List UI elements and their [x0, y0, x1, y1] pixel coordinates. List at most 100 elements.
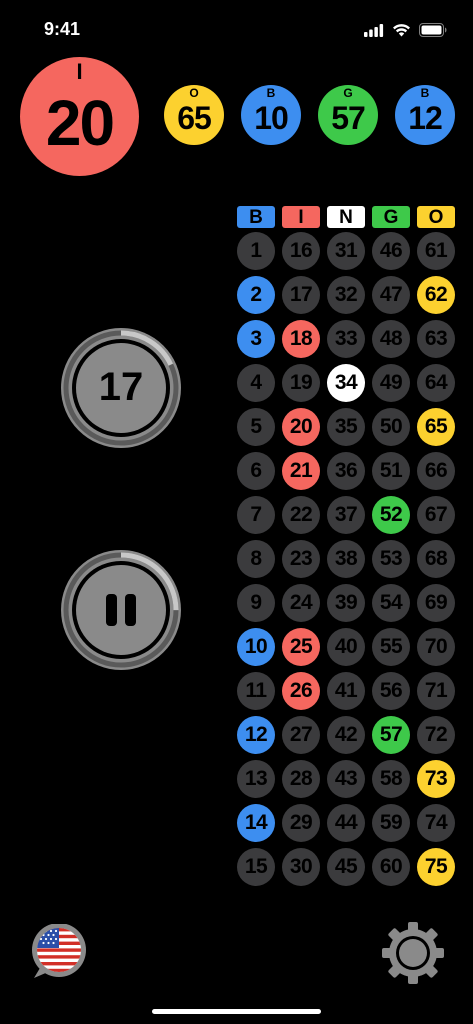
board-number: 72 [417, 716, 455, 754]
board-number: 61 [417, 232, 455, 270]
board-number-called: 18 [282, 320, 320, 358]
board-number: 32 [327, 276, 365, 314]
current-ball-number: 20 [45, 86, 115, 159]
recent-ball-number: 10 [254, 99, 289, 136]
board-number: 22 [282, 496, 320, 534]
board-number: 42 [327, 716, 365, 754]
board-number: 28 [282, 760, 320, 798]
board-number: 6 [237, 452, 275, 490]
board-number-called: 26 [282, 672, 320, 710]
board-number: 16 [282, 232, 320, 270]
board-number-called: 57 [372, 716, 410, 754]
wifi-icon [393, 24, 410, 37]
countdown-value: 17 [98, 365, 144, 409]
board-number: 38 [327, 540, 365, 578]
cellular-signal-icon [364, 23, 384, 37]
board-number-called: 65 [417, 408, 455, 446]
board-number: 66 [417, 452, 455, 490]
board-number: 19 [282, 364, 320, 402]
recent-ball-2: B 10 [241, 85, 301, 145]
recent-ball-number: 57 [331, 99, 366, 136]
settings-button[interactable] [381, 921, 445, 985]
board-number: 56 [372, 672, 410, 710]
board-number: 43 [327, 760, 365, 798]
column-header-g: G [372, 206, 410, 228]
board-number: 8 [237, 540, 275, 578]
board-number: 71 [417, 672, 455, 710]
board-number: 40 [327, 628, 365, 666]
pause-button[interactable] [59, 548, 183, 672]
board-number: 17 [282, 276, 320, 314]
board-number: 11 [237, 672, 275, 710]
recent-ball-1: O 65 [164, 85, 224, 145]
us-flag-icon [32, 923, 86, 978]
board-header: BINGO [237, 206, 457, 230]
board-number: 47 [372, 276, 410, 314]
board-number: 24 [282, 584, 320, 622]
board-number: 60 [372, 848, 410, 886]
board-number: 68 [417, 540, 455, 578]
column-header-o: O [417, 206, 455, 228]
board-number: 64 [417, 364, 455, 402]
board-number-called: 73 [417, 760, 455, 798]
board-number: 41 [327, 672, 365, 710]
column-header-n: N [327, 206, 365, 228]
board-number: 29 [282, 804, 320, 842]
board-number: 51 [372, 452, 410, 490]
board-number: 44 [327, 804, 365, 842]
board-number: 67 [417, 496, 455, 534]
recent-ball-letter: B [266, 86, 276, 100]
board-number: 33 [327, 320, 365, 358]
board-number: 4 [237, 364, 275, 402]
gear-icon [382, 922, 444, 984]
board-number-called: 20 [282, 408, 320, 446]
board-number-called: 21 [282, 452, 320, 490]
column-header-i: I [282, 206, 320, 228]
recent-ball-letter: B [420, 86, 430, 100]
board-number: 54 [372, 584, 410, 622]
board-number: 27 [282, 716, 320, 754]
board-number: 53 [372, 540, 410, 578]
board-number: 45 [327, 848, 365, 886]
countdown-timer-button[interactable]: 17 [59, 326, 183, 450]
bingo-caller-screen: 9:41 I 20 O 65 B 10 G 57 B 12 17 B I N G… [0, 0, 473, 1024]
board-number: 13 [237, 760, 275, 798]
board-number: 49 [372, 364, 410, 402]
board-number: 69 [417, 584, 455, 622]
current-ball: I 20 [20, 57, 139, 176]
board-number-called: 10 [237, 628, 275, 666]
board-number-called: 25 [282, 628, 320, 666]
board-number: 5 [237, 408, 275, 446]
board-number: 1 [237, 232, 275, 270]
status-icons [364, 22, 447, 38]
home-indicator[interactable] [152, 1009, 321, 1014]
board-number: 9 [237, 584, 275, 622]
board-number: 58 [372, 760, 410, 798]
language-button[interactable] [30, 923, 90, 980]
recent-ball-3: G 57 [318, 85, 378, 145]
board-number: 59 [372, 804, 410, 842]
board-number: 46 [372, 232, 410, 270]
board-number-called: 75 [417, 848, 455, 886]
board-number: 7 [237, 496, 275, 534]
board-number: 36 [327, 452, 365, 490]
board-number-called: 12 [237, 716, 275, 754]
board-number: 39 [327, 584, 365, 622]
column-header-b: B [237, 206, 275, 228]
board-number-called: 3 [237, 320, 275, 358]
recent-ball-4: B 12 [395, 85, 455, 145]
battery-icon [419, 23, 447, 37]
board-number: 23 [282, 540, 320, 578]
board-number: 74 [417, 804, 455, 842]
board-number-called: 2 [237, 276, 275, 314]
recent-ball-letter: G [343, 86, 353, 100]
current-ball-letter: I [76, 59, 83, 84]
recent-ball-number: 65 [177, 99, 212, 136]
board-number-called: 34 [327, 364, 365, 402]
board-number: 70 [417, 628, 455, 666]
board-number: 55 [372, 628, 410, 666]
board-number: 48 [372, 320, 410, 358]
board-number-called: 52 [372, 496, 410, 534]
board-number: 37 [327, 496, 365, 534]
recent-ball-letter: O [189, 86, 199, 100]
